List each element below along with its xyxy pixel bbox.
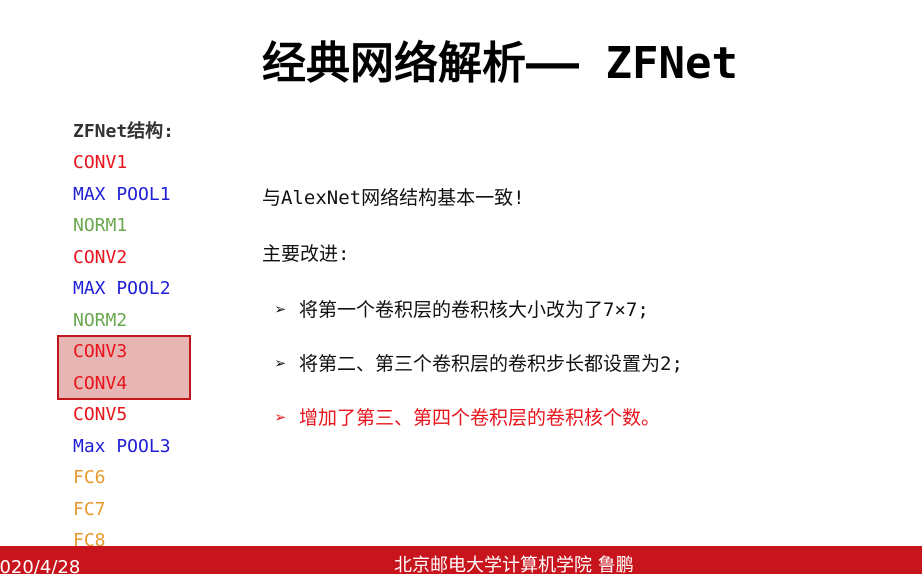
layer-item-conv3: CONV3: [73, 341, 128, 362]
improvement-text: 增加了第三、第四个卷积层的卷积核个数。: [299, 407, 661, 429]
improvement-text: 将第一个卷积层的卷积核大小改为了7×7;: [299, 299, 649, 321]
improvement-text: 将第二、第三个卷积层的卷积步长都设置为2;: [299, 353, 683, 375]
improvement-bullet-1: ➢ 将第一个卷积层的卷积核大小改为了7×7;: [275, 296, 649, 324]
layer-item-max-pool1: MAX POOL1: [73, 183, 171, 205]
layer-item-max-pool2: MAX POOL2: [73, 278, 171, 299]
layer-item-conv2: CONV2: [73, 246, 128, 268]
improvements-label: 主要改进:: [262, 243, 350, 265]
layer-item-max-pool3: Max POOL3: [73, 435, 171, 457]
bullet-arrow-icon: ➢: [275, 353, 287, 375]
layer-item-fc6: FC6: [73, 467, 106, 488]
layer-item-conv4: CONV4: [73, 372, 128, 394]
layer-list: ZFNet结构: CONV1 MAX POOL1 NORM1 CONV2 MAX…: [73, 116, 174, 557]
bullet-arrow-icon: ➢: [275, 407, 287, 429]
layer-item-conv1: CONV1: [73, 152, 128, 173]
footer-organization: 北京邮电大学计算机学院 鲁鹏: [394, 555, 634, 574]
slide-title: 经典网络解析—— ZFNet: [262, 38, 738, 89]
improvement-bullet-3: ➢ 增加了第三、第四个卷积层的卷积核个数。: [275, 404, 660, 432]
bullet-arrow-icon: ➢: [275, 299, 287, 321]
layer-list-heading: ZFNet结构:: [73, 121, 175, 142]
layer-item-fc7: FC7: [73, 498, 106, 520]
layer-item-conv5: CONV5: [73, 404, 128, 425]
layer-item-norm1: NORM1: [73, 215, 128, 236]
footer-bar: 2020/4/28 北京邮电大学计算机学院 鲁鹏: [0, 546, 922, 574]
footer-date: 2020/4/28: [0, 557, 81, 574]
improvement-bullet-2: ➢ 将第二、第三个卷积层的卷积步长都设置为2;: [275, 350, 683, 378]
intro-text: 与AlexNet网络结构基本一致!: [262, 187, 525, 209]
layer-item-norm2: NORM2: [73, 309, 128, 331]
